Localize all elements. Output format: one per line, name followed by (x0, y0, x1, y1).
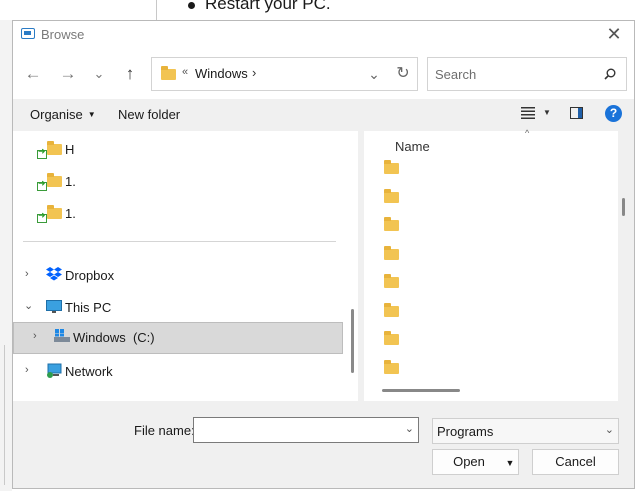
open-options-dropdown[interactable]: ▼ (502, 449, 519, 475)
search-input[interactable]: Search (435, 67, 476, 82)
open-button[interactable]: Open (432, 449, 506, 475)
sidebar-item-label: Dropbox (65, 268, 115, 283)
browse-dialog: Browse ✕ ← → ⌄ ↑ « Windows › ⌄ ↻ Search … (12, 20, 635, 489)
up-button[interactable]: ↑ (119, 63, 141, 85)
folder-icon[interactable] (384, 303, 399, 317)
nav-item-label: 1. (65, 206, 76, 221)
background-divider (156, 0, 157, 20)
dialog-title: Browse (41, 27, 85, 42)
shared-folder-icon (37, 178, 47, 191)
folder-icon[interactable] (384, 274, 399, 288)
file-list-vertical-scrollbar[interactable] (622, 198, 625, 216)
navigation-pane: H 1. 1. › Dropbox ⌄ (13, 131, 358, 401)
folder-icon (161, 66, 176, 80)
new-folder-button[interactable]: New folder (118, 107, 180, 122)
folder-icon[interactable] (384, 360, 399, 374)
sidebar-item-windows-c[interactable]: › Windows (C:) (13, 328, 358, 348)
forward-button[interactable]: → (57, 63, 79, 85)
folder-icon[interactable] (384, 217, 399, 231)
navigation-scrollbar[interactable] (351, 309, 354, 373)
file-type-value: Programs (437, 424, 494, 439)
folder-icon[interactable] (384, 246, 399, 260)
folder-icon[interactable] (384, 331, 399, 345)
nav-item-shared-folder[interactable]: 1. (13, 172, 358, 192)
navigation-bar: ← → ⌄ ↑ « Windows › ⌄ ↻ Search (13, 49, 634, 99)
expand-chevron-icon[interactable]: › (25, 364, 29, 376)
folder-icon (47, 173, 62, 187)
nav-separator (23, 241, 336, 242)
sidebar-item-network[interactable]: › Network (13, 362, 358, 382)
chevron-down-icon[interactable]: ⌄ (405, 422, 414, 435)
folder-icon (47, 141, 62, 155)
file-list-horizontal-scrollbar[interactable] (382, 389, 460, 392)
expand-chevron-icon[interactable]: › (25, 268, 29, 280)
search-icon[interactable] (604, 68, 616, 80)
refresh-button[interactable]: ↻ (393, 62, 413, 86)
file-list-pane: ^ Name (364, 128, 618, 401)
chevron-down-icon[interactable]: ⌄ (605, 423, 614, 436)
window-icon (21, 28, 35, 39)
column-header-name[interactable]: Name (395, 139, 430, 154)
background-text: Restart your PC. (205, 0, 331, 13)
view-options-icon[interactable] (521, 107, 535, 119)
shared-folder-icon (37, 146, 47, 159)
nav-item-label: H (65, 142, 75, 157)
dropbox-icon (46, 267, 62, 281)
drive-icon (54, 329, 70, 342)
collapse-chevron-icon[interactable]: ⌄ (24, 299, 33, 312)
caret-down-icon: ▼ (505, 458, 515, 468)
sidebar-item-label: This PC (65, 300, 112, 315)
close-button[interactable]: ✕ (602, 23, 626, 47)
network-icon (47, 363, 62, 378)
file-name-label-text: File name: (134, 423, 195, 438)
folder-icon[interactable] (384, 160, 399, 174)
sidebar-item-label: Windows (C:) (73, 330, 155, 345)
breadcrumb-separator-icon[interactable]: › (252, 65, 256, 80)
address-dropdown-button[interactable]: ⌄ (364, 62, 384, 86)
address-bar[interactable]: « Windows › ⌄ ↻ (151, 57, 418, 91)
nav-item-shared-folder[interactable]: H (13, 140, 358, 160)
organise-button[interactable]: Organise ▼ (30, 107, 96, 122)
cancel-button[interactable]: Cancel (532, 449, 619, 475)
breadcrumb-windows[interactable]: Windows (195, 66, 248, 81)
help-icon[interactable]: ? (605, 105, 622, 122)
monitor-icon (46, 300, 62, 313)
sidebar-item-this-pc[interactable]: ⌄ This PC (13, 298, 358, 318)
folder-icon (47, 205, 62, 219)
title-bar: Browse ✕ (13, 21, 634, 49)
file-name-label: File name: (134, 423, 195, 438)
back-button[interactable]: ← (22, 63, 44, 85)
nav-item-shared-folder[interactable]: 1. (13, 204, 358, 224)
preview-pane-icon[interactable] (570, 107, 583, 119)
expand-chevron-icon[interactable]: › (33, 330, 37, 342)
search-box[interactable]: Search (427, 57, 627, 91)
recent-locations-button[interactable]: ⌄ (88, 63, 110, 85)
organise-label: Organise (30, 107, 83, 122)
view-options-dropdown-icon[interactable]: ▼ (543, 108, 551, 117)
toolbar: Organise ▼ New folder ▼ ? (13, 99, 634, 131)
chevron-down-icon: ▼ (87, 110, 96, 119)
overflow-chevron[interactable]: « (182, 66, 188, 78)
sidebar-item-label: Network (65, 364, 113, 379)
shared-folder-icon (37, 210, 47, 223)
sort-ascending-icon: ^ (525, 128, 530, 138)
file-name-field[interactable]: ⌄ (193, 417, 419, 443)
sidebar-item-dropbox[interactable]: › Dropbox (13, 266, 358, 286)
bullet-point (188, 2, 195, 9)
nav-item-label: 1. (65, 174, 76, 189)
background-document: Restart your PC. (0, 0, 637, 20)
folder-icon[interactable] (384, 189, 399, 203)
file-type-select[interactable]: Programs ⌄ (432, 418, 619, 444)
